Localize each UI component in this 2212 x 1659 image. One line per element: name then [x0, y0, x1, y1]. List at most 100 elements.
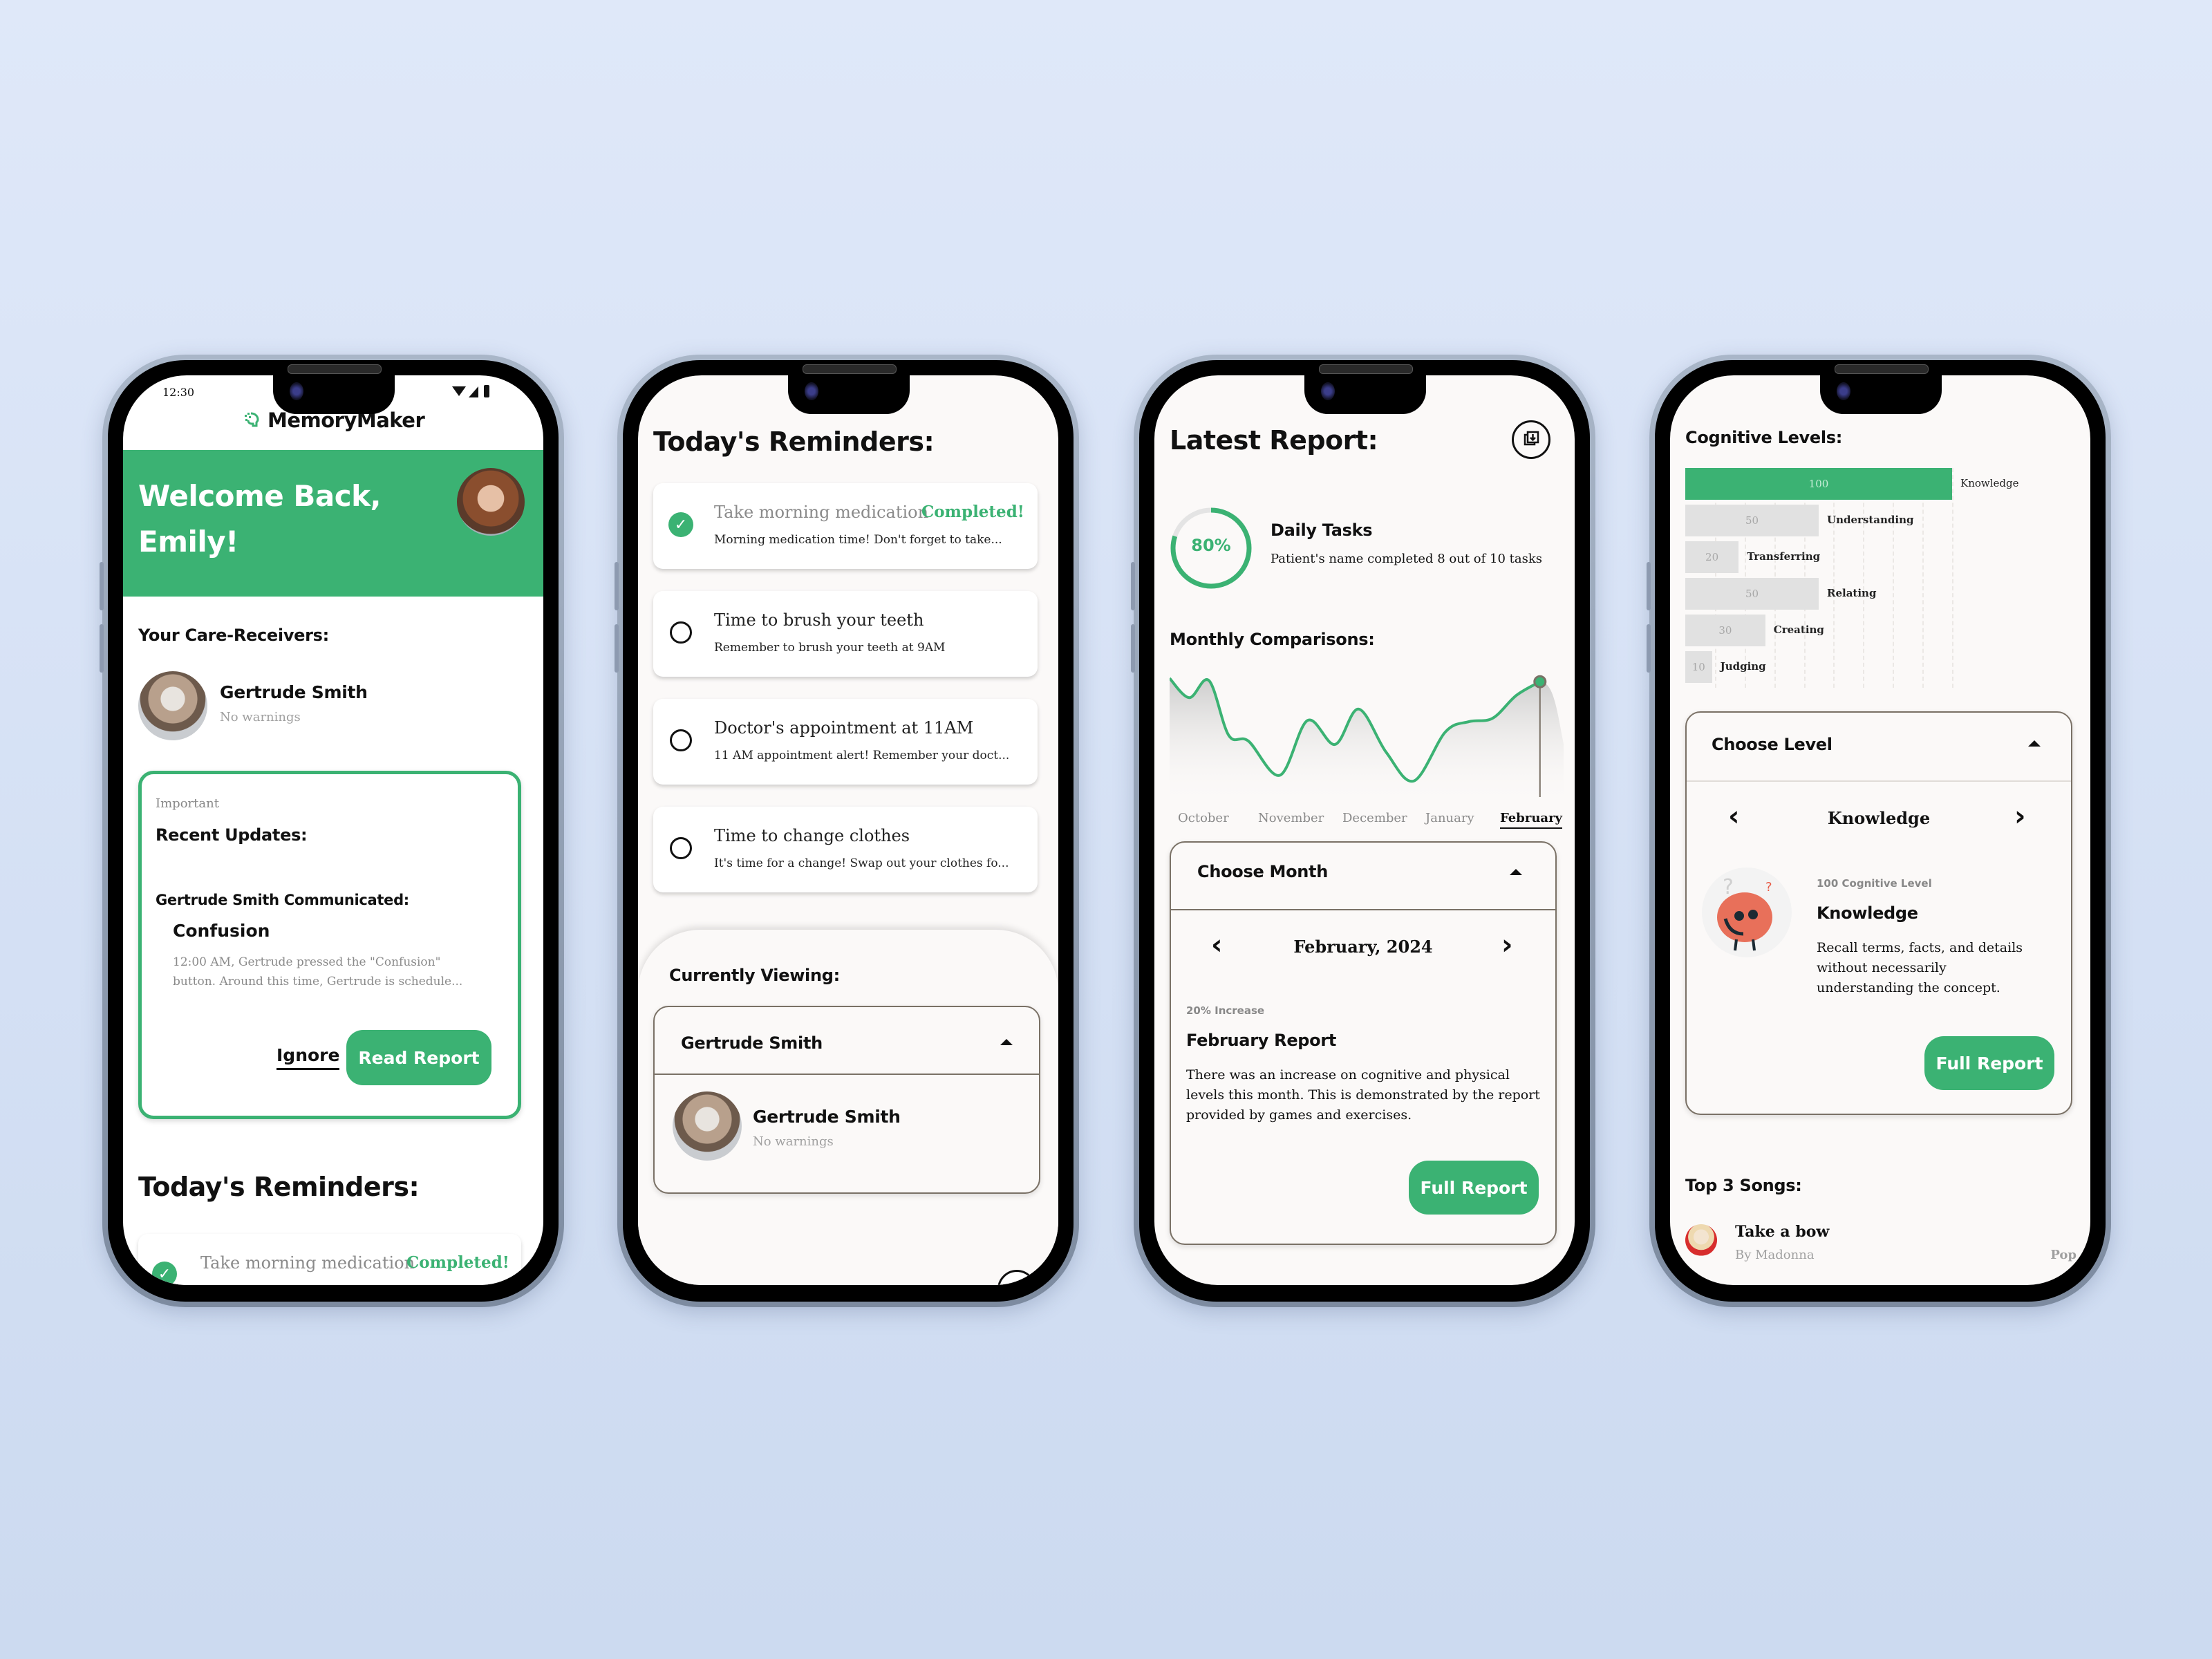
care-receiver-name: Gertrude Smith: [220, 682, 368, 702]
full-report-button[interactable]: Full Report: [1924, 1036, 2054, 1090]
reminder-card[interactable]: Time to change clothes It's time for a ch…: [653, 807, 1038, 892]
camera-icon: [1321, 382, 1335, 400]
download-button[interactable]: [1512, 420, 1550, 459]
reminder-status: Completed!: [921, 503, 1024, 521]
month-tick-october[interactable]: October: [1178, 811, 1229, 825]
bar-transferring[interactable]: 20: [1685, 541, 1739, 573]
reminder-desc: Remember to brush your teeth at 9AM: [714, 641, 946, 655]
dropdown-option[interactable]: Gertrude Smith No warnings: [655, 1076, 1039, 1187]
reminder-card[interactable]: ✓ Take morning medication Completed! Mornin…: [653, 483, 1038, 569]
brain-illustration: ? ?: [1702, 868, 1792, 957]
report-screen: Latest Report: 80% Daily Tasks Patient's…: [1154, 375, 1575, 1285]
volume-up-button: [615, 562, 619, 610]
desc-line: There was an increase on cognitive and p…: [1186, 1067, 1510, 1082]
grid-line: [1922, 468, 1924, 688]
battery-icon: [484, 385, 489, 397]
next-level-button[interactable]: ›: [2014, 803, 2025, 830]
song-genre: Pop: [2050, 1248, 2077, 1262]
bar-value: 10: [1691, 661, 1705, 673]
bar-knowledge[interactable]: 100: [1685, 468, 1952, 500]
empty-circle-icon[interactable]: [670, 729, 692, 751]
empty-circle-icon[interactable]: [670, 621, 692, 644]
bar-judging[interactable]: 10: [1685, 651, 1712, 683]
chevron-up-icon[interactable]: [1000, 1039, 1013, 1045]
bar-label-relating: Relating: [1827, 587, 1877, 599]
camera-icon: [290, 382, 303, 400]
cognitive-screen: Cognitive Levels: 100 Knowledge 50 Understa…: [1670, 375, 2090, 1285]
bar-relating[interactable]: 50: [1685, 578, 1819, 610]
highlight-point[interactable]: [1533, 675, 1547, 688]
reminder-status: Completed!: [406, 1253, 509, 1272]
receiver-dropdown[interactable]: Gertrude Smith Gertrude Smith No warning…: [653, 1006, 1040, 1194]
desc-line: provided by games and exercises.: [1186, 1107, 1412, 1123]
speaker-grill: [803, 364, 897, 374]
bar-value: 50: [1745, 588, 1759, 600]
care-receiver-status: No warnings: [220, 710, 301, 724]
bar-label-judging: Judging: [1720, 660, 1766, 673]
reminder-card[interactable]: Time to brush your teeth Remember to brus…: [653, 591, 1038, 677]
dropdown-selected: Gertrude Smith: [681, 1033, 823, 1053]
speaker-grill: [288, 364, 382, 374]
brain-mascot-icon: ? ?: [1717, 875, 1772, 951]
chevron-up-icon[interactable]: [1510, 869, 1522, 875]
user-avatar[interactable]: [457, 468, 525, 536]
choose-level-header[interactable]: Choose Level: [1712, 735, 1833, 754]
level-desc: Recall terms, facts, and details without…: [1817, 938, 2023, 998]
care-receiver-item[interactable]: Gertrude Smith No warnings: [138, 666, 525, 742]
current-level: Knowledge: [1827, 808, 1931, 828]
volume-up-button: [100, 562, 104, 610]
bar-creating[interactable]: 30: [1685, 615, 1765, 646]
reminders-screen: Today's Reminders: ✓ Take morning medicat…: [638, 375, 1058, 1285]
phone-home: 12:30 MemoryMaker Welcome Back, Emily! Y…: [100, 355, 564, 1307]
desc-line: understanding the concept.: [1817, 980, 2000, 995]
bar-understanding[interactable]: 50: [1685, 505, 1819, 536]
reminder-title: Time to brush your teeth: [714, 610, 924, 630]
song-artwork: [1685, 1224, 1717, 1256]
next-month-button[interactable]: ›: [1501, 931, 1512, 959]
download-icon: [1524, 431, 1539, 446]
full-report-button[interactable]: Full Report: [1409, 1161, 1539, 1215]
signal-icon: [469, 386, 478, 397]
grid-line: [1863, 468, 1865, 688]
camera-icon: [1837, 382, 1850, 400]
brain-head-icon: [245, 412, 259, 427]
speaker-grill: [1835, 364, 1929, 374]
reminder-title: Doctor's appointment at 11AM: [714, 718, 974, 738]
reminder-title: Take morning medication: [714, 503, 929, 522]
ignore-button[interactable]: Ignore: [276, 1045, 340, 1070]
welcome-banner: Welcome Back, Emily!: [123, 450, 543, 597]
song-item[interactable]: Take a bow By Madonna Pop: [1685, 1220, 2077, 1268]
home-screen: 12:30 MemoryMaker Welcome Back, Emily! Y…: [123, 375, 543, 1285]
choose-month-header[interactable]: Choose Month: [1197, 862, 1328, 881]
status-time: 12:30: [162, 386, 195, 399]
welcome-line2: Emily!: [138, 525, 238, 559]
song-artist: By Madonna: [1735, 1248, 1815, 1262]
month-tick-february[interactable]: February: [1500, 811, 1563, 829]
month-dropdown-card: Choose Month ‹ February, 2024 › 20% Incr…: [1170, 841, 1557, 1245]
current-month: February, 2024: [1293, 937, 1433, 957]
care-receivers-heading: Your Care-Receivers:: [138, 626, 329, 645]
month-tick-january[interactable]: January: [1425, 811, 1474, 825]
option-status: No warnings: [753, 1134, 834, 1149]
communicated-label: Gertrude Smith Communicated:: [156, 892, 409, 908]
divider: [1171, 909, 1555, 910]
songs-heading: Top 3 Songs:: [1685, 1176, 1802, 1195]
chevron-up-icon[interactable]: [2028, 740, 2041, 747]
divider: [1687, 780, 2071, 782]
empty-circle-icon[interactable]: [670, 837, 692, 859]
level-dropdown-card: Choose Level ‹ Knowledge › ? ? 100 Cogni…: [1685, 711, 2072, 1115]
bar-value: 20: [1705, 551, 1719, 563]
bar-value: 50: [1745, 514, 1759, 527]
reminder-card[interactable]: ✓ Take morning medication Completed!: [138, 1234, 521, 1285]
read-report-button[interactable]: Read Report: [346, 1030, 491, 1085]
svg-text:?: ?: [1765, 880, 1772, 894]
bar-value: 30: [1718, 624, 1732, 637]
cognitive-bar-chart: 100 Knowledge 50 Understanding 20 Transferrin…: [1685, 468, 2072, 688]
bar-value: 100: [1808, 478, 1829, 490]
check-circle-icon[interactable]: ✓: [152, 1262, 177, 1285]
reminder-card[interactable]: Doctor's appointment at 11AM 11 AM appoin…: [653, 699, 1038, 785]
month-tick-december[interactable]: December: [1342, 811, 1407, 825]
grid-line: [1952, 468, 1953, 688]
check-circle-icon[interactable]: ✓: [668, 512, 693, 537]
month-tick-november[interactable]: November: [1258, 811, 1324, 825]
